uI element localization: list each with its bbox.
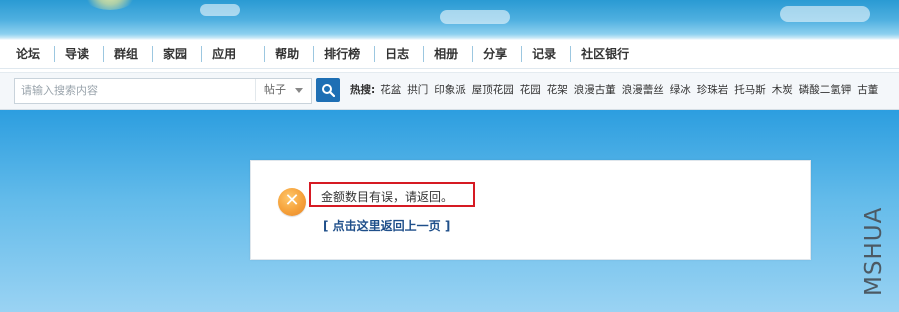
hot-search-item[interactable]: 木炭	[772, 81, 793, 99]
hot-search-item[interactable]: 花园	[520, 81, 541, 99]
chevron-down-icon	[295, 88, 303, 93]
hot-search-item[interactable]: 花架	[547, 81, 568, 99]
search-type-select[interactable]: 帖子	[255, 79, 311, 101]
sky-sun-glow	[80, 0, 140, 10]
hot-search-item[interactable]: 珍珠岩	[697, 81, 729, 99]
nav-item-records[interactable]: 记录	[522, 46, 572, 62]
hot-search-item[interactable]: 花盆	[380, 81, 401, 99]
nav-list: 论坛 导读 群组 家园 应用 帮助 排行榜 日志 相册 分享 记录 社区银行	[6, 46, 643, 62]
search-field-wrap: 帖子	[14, 78, 312, 104]
hot-search-item[interactable]: 拱门	[407, 81, 428, 99]
hot-search-item[interactable]: 屋顶花园	[472, 81, 514, 99]
error-message: 金额数目有误，请返回。	[321, 190, 454, 204]
sky-cloud	[200, 4, 240, 16]
nav-item-blog[interactable]: 日志	[375, 46, 425, 62]
nav-item-ranking[interactable]: 排行榜	[314, 46, 376, 62]
hot-search-item[interactable]: 绿冰	[670, 81, 691, 99]
search-button[interactable]	[316, 78, 340, 102]
main-nav: 论坛 导读 群组 家园 应用 帮助 排行榜 日志 相册 分享 记录 社区银行	[0, 40, 899, 69]
search-bar: 帖子 热搜: 花盆 拱门 印象派 屋顶花园 花园 花架 浪漫古董 浪漫蕾丝 绿冰…	[0, 72, 899, 110]
search-icon	[322, 84, 335, 97]
go-back-link[interactable]: [ 点击这里返回上一页 ]	[323, 217, 450, 234]
sky-cloud	[440, 10, 510, 24]
hot-search-list: 热搜: 花盆 拱门 印象派 屋顶花园 花园 花架 浪漫古董 浪漫蕾丝 绿冰 珍珠…	[350, 81, 884, 99]
hot-search-item[interactable]: 古董	[857, 81, 878, 99]
nav-item-bank[interactable]: 社区银行	[571, 46, 643, 62]
nav-item-apps[interactable]: 应用	[202, 46, 266, 62]
nav-item-guide[interactable]: 导读	[55, 46, 105, 62]
hot-search-item[interactable]: 托马斯	[734, 81, 766, 99]
error-message-box: ✕ 金额数目有误，请返回。 [ 点击这里返回上一页 ]	[250, 160, 811, 260]
nav-item-album[interactable]: 相册	[424, 46, 474, 62]
search-input[interactable]	[15, 79, 265, 101]
hot-search-item[interactable]: 印象派	[434, 81, 466, 99]
nav-item-forum[interactable]: 论坛	[6, 46, 56, 62]
error-icon: ✕	[278, 188, 306, 216]
hot-search-item[interactable]: 磷酸二氢钾	[799, 81, 852, 99]
sky-cloud	[780, 6, 870, 22]
hot-search-item[interactable]: 浪漫古董	[574, 81, 616, 99]
hot-search-item[interactable]: 浪漫蕾丝	[622, 81, 664, 99]
nav-item-home[interactable]: 家园	[153, 46, 203, 62]
search-type-label: 帖子	[264, 83, 286, 96]
nav-item-help[interactable]: 帮助	[265, 46, 315, 62]
nav-item-groups[interactable]: 群组	[104, 46, 154, 62]
nav-item-share[interactable]: 分享	[473, 46, 523, 62]
hot-search-label: 热搜:	[350, 84, 376, 96]
watermark: MSHUA	[861, 206, 887, 296]
